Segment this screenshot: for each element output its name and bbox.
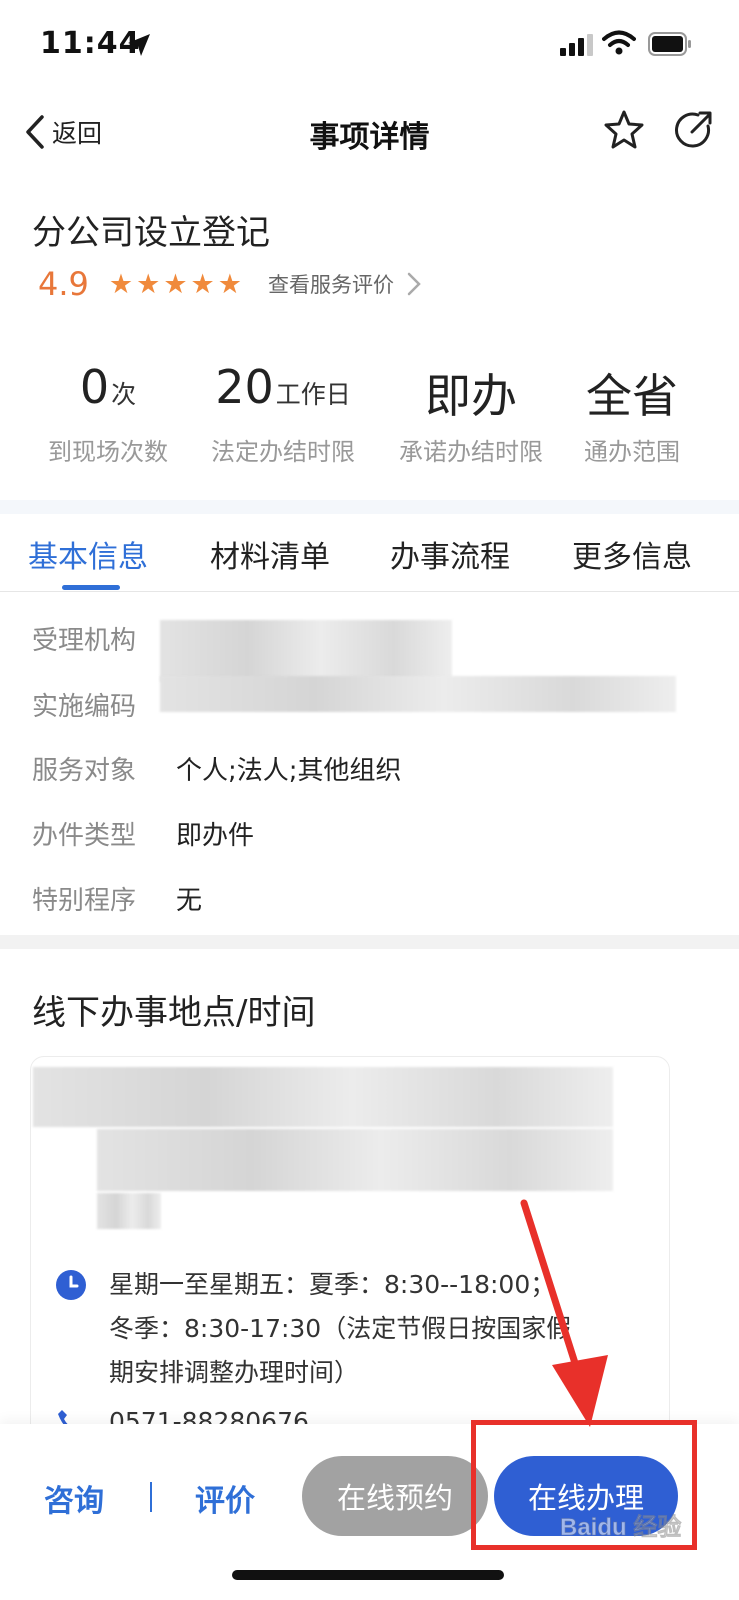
info-label: 特别程序 (32, 886, 137, 916)
info-value: 个人;法人;其他组织 (176, 756, 402, 786)
info-label: 受理机构 (32, 626, 137, 656)
info-value: 无 (176, 886, 203, 916)
redacted-address (97, 1129, 613, 1191)
stat-legal-time: 20 工作日 法定办结时限 (198, 360, 368, 467)
info-label: 服务对象 (32, 756, 137, 786)
chevron-right-icon (407, 272, 421, 296)
stat-value: 20 (215, 360, 274, 414)
stats-row: 0 次 到现场次数 20 工作日 法定办结时限 即办 承诺办结时限 全省 通办范… (0, 360, 739, 480)
review-button[interactable]: 评价 (195, 1476, 255, 1520)
home-indicator (232, 1570, 504, 1580)
online-booking-button[interactable]: 在线预约 (302, 1456, 488, 1536)
info-row: 办件类型 即办件 (0, 805, 739, 855)
wifi-icon (602, 30, 636, 55)
info-value: 即办件 (176, 821, 255, 851)
view-reviews-label: 查看服务评价 (267, 273, 394, 297)
stat-label: 到现场次数 (48, 438, 168, 466)
stat-label: 法定办结时限 (211, 438, 355, 466)
stat-label: 通办范围 (584, 438, 680, 466)
star-icon: ★ (163, 268, 188, 300)
screen: 11:44 返回 事项详情 分公司设立登记 4.9 ★ ★ ★ ★ ★ 查看服务… (0, 0, 739, 1600)
item-title: 分公司设立登记 (32, 213, 270, 253)
tab-process[interactable]: 办事流程 (390, 532, 510, 576)
redacted-value (160, 676, 676, 712)
stat-label: 承诺办结时限 (399, 438, 543, 466)
info-label: 办件类型 (32, 821, 137, 851)
stat-promise-time: 即办 承诺办结时限 (386, 360, 556, 467)
divider (150, 1482, 152, 1512)
rating-stars: ★ ★ ★ ★ ★ (109, 271, 242, 298)
redacted-address (97, 1193, 161, 1229)
info-label: 实施编码 (32, 692, 137, 722)
tab-more-info[interactable]: 更多信息 (572, 532, 692, 576)
star-icon: ★ (217, 268, 242, 300)
star-icon: ★ (190, 268, 215, 300)
rating-value: 4.9 (38, 265, 89, 303)
status-bar: 11:44 (0, 0, 739, 92)
consult-button[interactable]: 咨询 (44, 1476, 104, 1520)
rating-row: 4.9 ★ ★ ★ ★ ★ 查看服务评价 (38, 262, 422, 306)
star-icon: ★ (108, 268, 134, 300)
redacted-value (160, 620, 452, 682)
redacted-address (33, 1067, 613, 1127)
offline-section-title: 线下办事地点/时间 (32, 993, 316, 1033)
stat-unit: 次 (111, 380, 137, 409)
battery-icon (648, 32, 691, 56)
star-icon: ★ (136, 268, 161, 300)
tab-basic-info[interactable]: 基本信息 (28, 532, 148, 576)
share-icon[interactable] (672, 108, 716, 152)
annotation-arrow-icon (520, 1199, 608, 1427)
location-arrow-icon (128, 34, 150, 56)
stat-value: 全省 (586, 369, 678, 423)
cellular-signal-icon (560, 34, 593, 56)
stat-unit: 工作日 (275, 380, 351, 409)
info-row: 实施编码 (0, 676, 739, 726)
info-row: 受理机构 (0, 610, 739, 682)
view-reviews-link[interactable]: 查看服务评价 (268, 269, 422, 299)
tab-indicator (62, 585, 120, 590)
baidu-watermark-logo: Baidu 经验 (560, 1513, 682, 1542)
stat-value: 0 (79, 360, 110, 414)
section-divider (0, 935, 739, 949)
info-row: 服务对象 个人;法人;其他组织 (0, 740, 739, 790)
tab-bar: 基本信息 材料清单 办事流程 更多信息 (0, 514, 739, 592)
stat-value: 即办 (425, 369, 517, 423)
tab-materials[interactable]: 材料清单 (210, 532, 330, 576)
nav-bar: 返回 事项详情 (0, 92, 739, 172)
clock-icon (56, 1270, 86, 1300)
watermark-text: Baidu 经验 (560, 1513, 681, 1541)
info-row: 特别程序 无 (0, 870, 739, 920)
stat-scope: 全省 通办范围 (574, 360, 690, 467)
stat-visits: 0 次 到现场次数 (38, 360, 178, 467)
section-divider (0, 500, 739, 514)
favorite-star-icon[interactable] (602, 108, 646, 152)
